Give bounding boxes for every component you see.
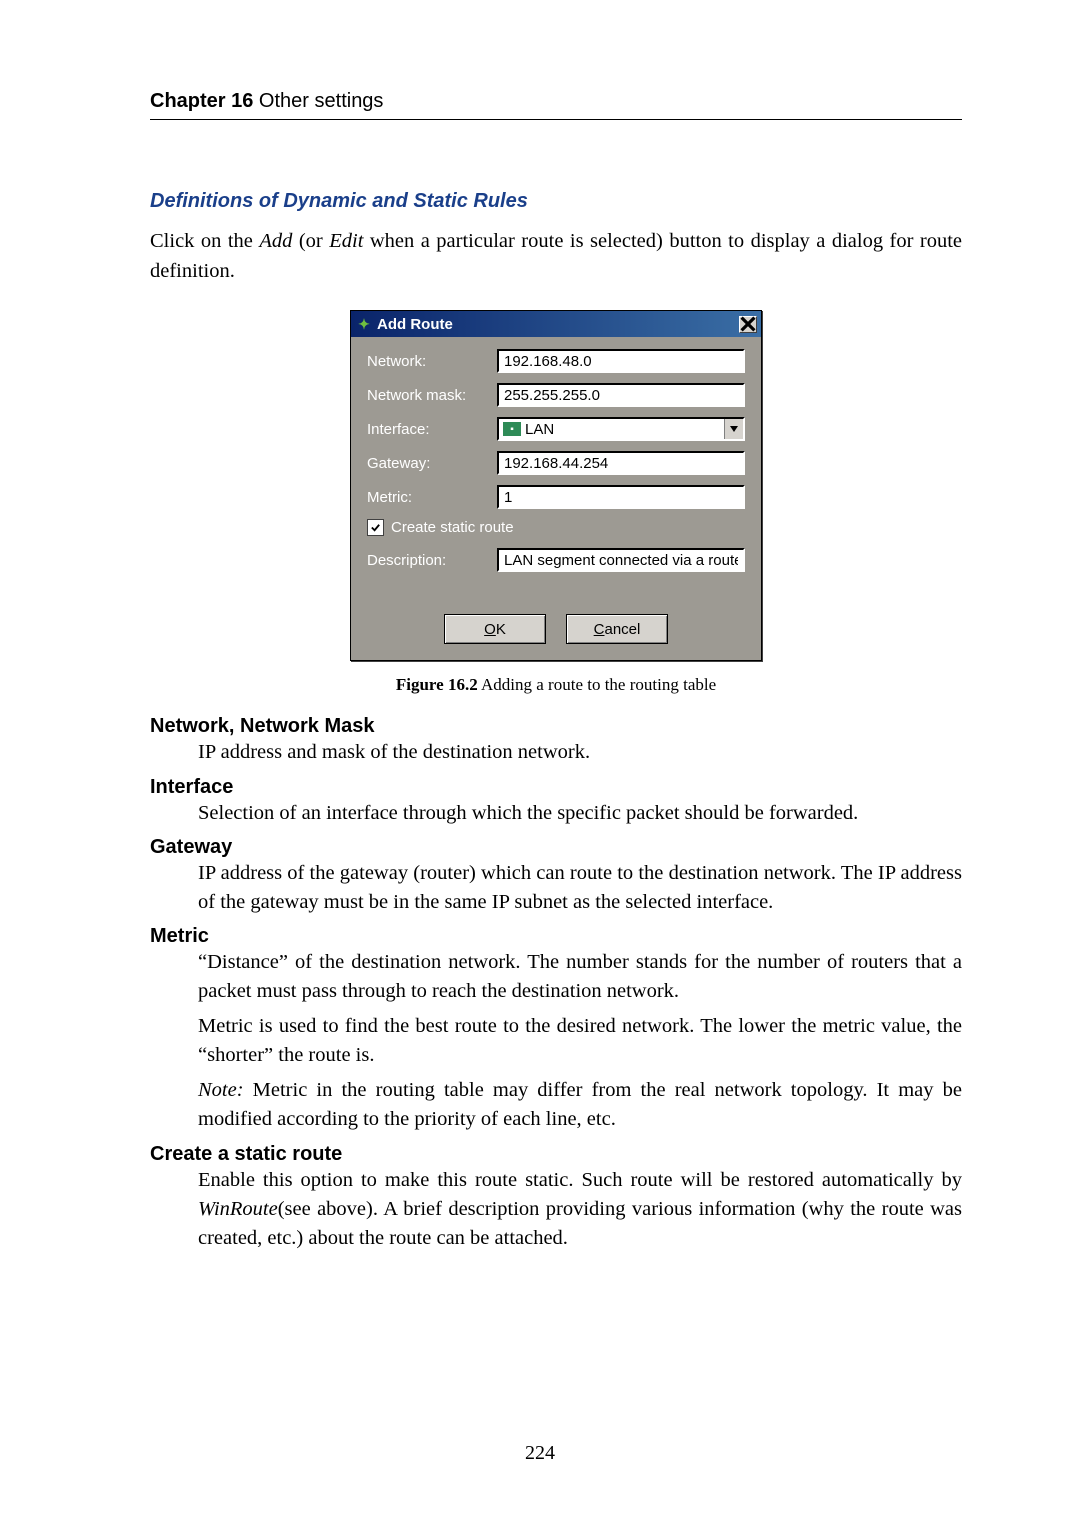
description-label: Description:	[367, 552, 497, 569]
add-word: Add	[259, 230, 292, 252]
close-icon	[740, 316, 756, 332]
create-static-checkbox[interactable]	[367, 519, 384, 536]
interface-select[interactable]: ▪ LAN	[497, 417, 745, 441]
dialog-title: Add Route	[377, 316, 739, 333]
network-label: Network:	[367, 353, 497, 370]
ok-button[interactable]: OK	[444, 614, 546, 644]
chapter-header: Chapter 16 Other settings	[150, 90, 962, 120]
add-route-dialog: ✦ Add Route Network: Network mask: Inter…	[350, 310, 762, 661]
def-metric-p1: “Distance” of the destination network. T…	[150, 948, 962, 1006]
cancel-button[interactable]: Cancel	[566, 614, 668, 644]
gateway-label: Gateway:	[367, 455, 497, 472]
section-intro: Click on the Add (or Edit when a particu…	[150, 227, 962, 286]
def-metric-note: Note: Metric in the routing table may di…	[150, 1076, 962, 1134]
interface-label: Interface:	[367, 421, 497, 438]
term-gateway: Gateway	[150, 836, 962, 859]
check-icon	[370, 522, 381, 533]
create-static-label: Create static route	[391, 519, 514, 536]
chapter-title: Other settings	[253, 90, 383, 112]
gateway-input[interactable]	[497, 451, 745, 475]
dialog-titlebar: ✦ Add Route	[351, 311, 761, 337]
network-input[interactable]	[497, 349, 745, 373]
mask-input[interactable]	[497, 383, 745, 407]
metric-label: Metric:	[367, 489, 497, 506]
section-title: Definitions of Dynamic and Static Rules	[150, 190, 962, 213]
term-interface: Interface	[150, 776, 962, 799]
metric-input[interactable]	[497, 485, 745, 509]
close-button[interactable]	[739, 316, 757, 333]
def-metric-p2: Metric is used to find the best route to…	[150, 1012, 962, 1070]
term-metric: Metric	[150, 925, 962, 948]
dropdown-button[interactable]	[724, 419, 743, 439]
def-create-static: Enable this option to make this route st…	[150, 1166, 962, 1253]
route-icon: ✦	[356, 316, 372, 332]
edit-word: Edit	[329, 230, 363, 252]
def-interface: Selection of an interface through which …	[150, 799, 962, 828]
page-number: 224	[0, 1442, 1080, 1465]
mask-label: Network mask:	[367, 387, 497, 404]
description-input[interactable]	[497, 548, 745, 572]
figure-caption: Figure 16.2 Adding a route to the routin…	[150, 675, 962, 695]
nic-icon: ▪	[503, 422, 521, 436]
term-create-static: Create a static route	[150, 1143, 962, 1166]
chapter-number: Chapter 16	[150, 90, 253, 112]
term-network-mask: Network, Network Mask	[150, 715, 962, 738]
interface-value: LAN	[525, 421, 724, 438]
def-gateway: IP address of the gateway (router) which…	[150, 859, 962, 917]
def-network-mask: IP address and mask of the destination n…	[150, 738, 962, 767]
chevron-down-icon	[730, 426, 738, 432]
